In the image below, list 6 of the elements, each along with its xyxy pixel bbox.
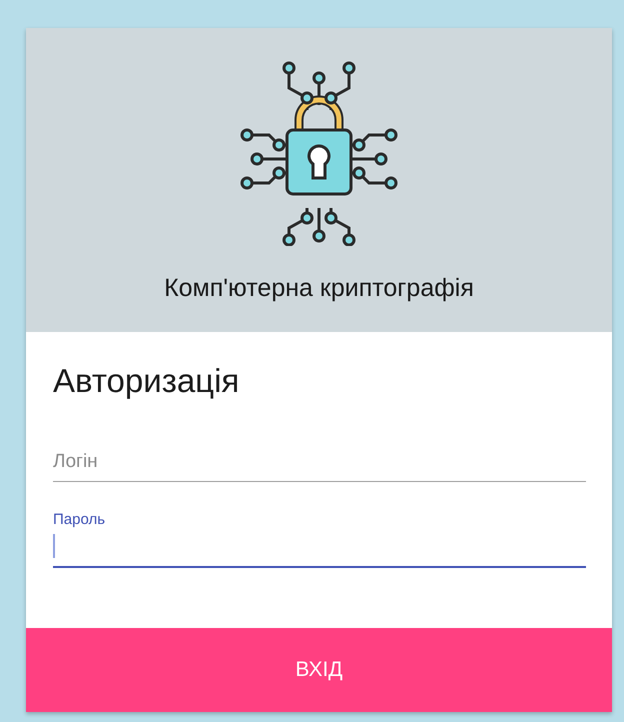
form-heading: Авторизація <box>53 362 240 400</box>
input-field[interactable]: Пароль <box>53 508 586 568</box>
app-title: Комп'ютерна криптографія <box>164 274 474 303</box>
login-button[interactable]: ВХІД <box>26 628 612 712</box>
text-cursor <box>53 534 55 558</box>
input-field[interactable]: Логін <box>53 436 586 482</box>
